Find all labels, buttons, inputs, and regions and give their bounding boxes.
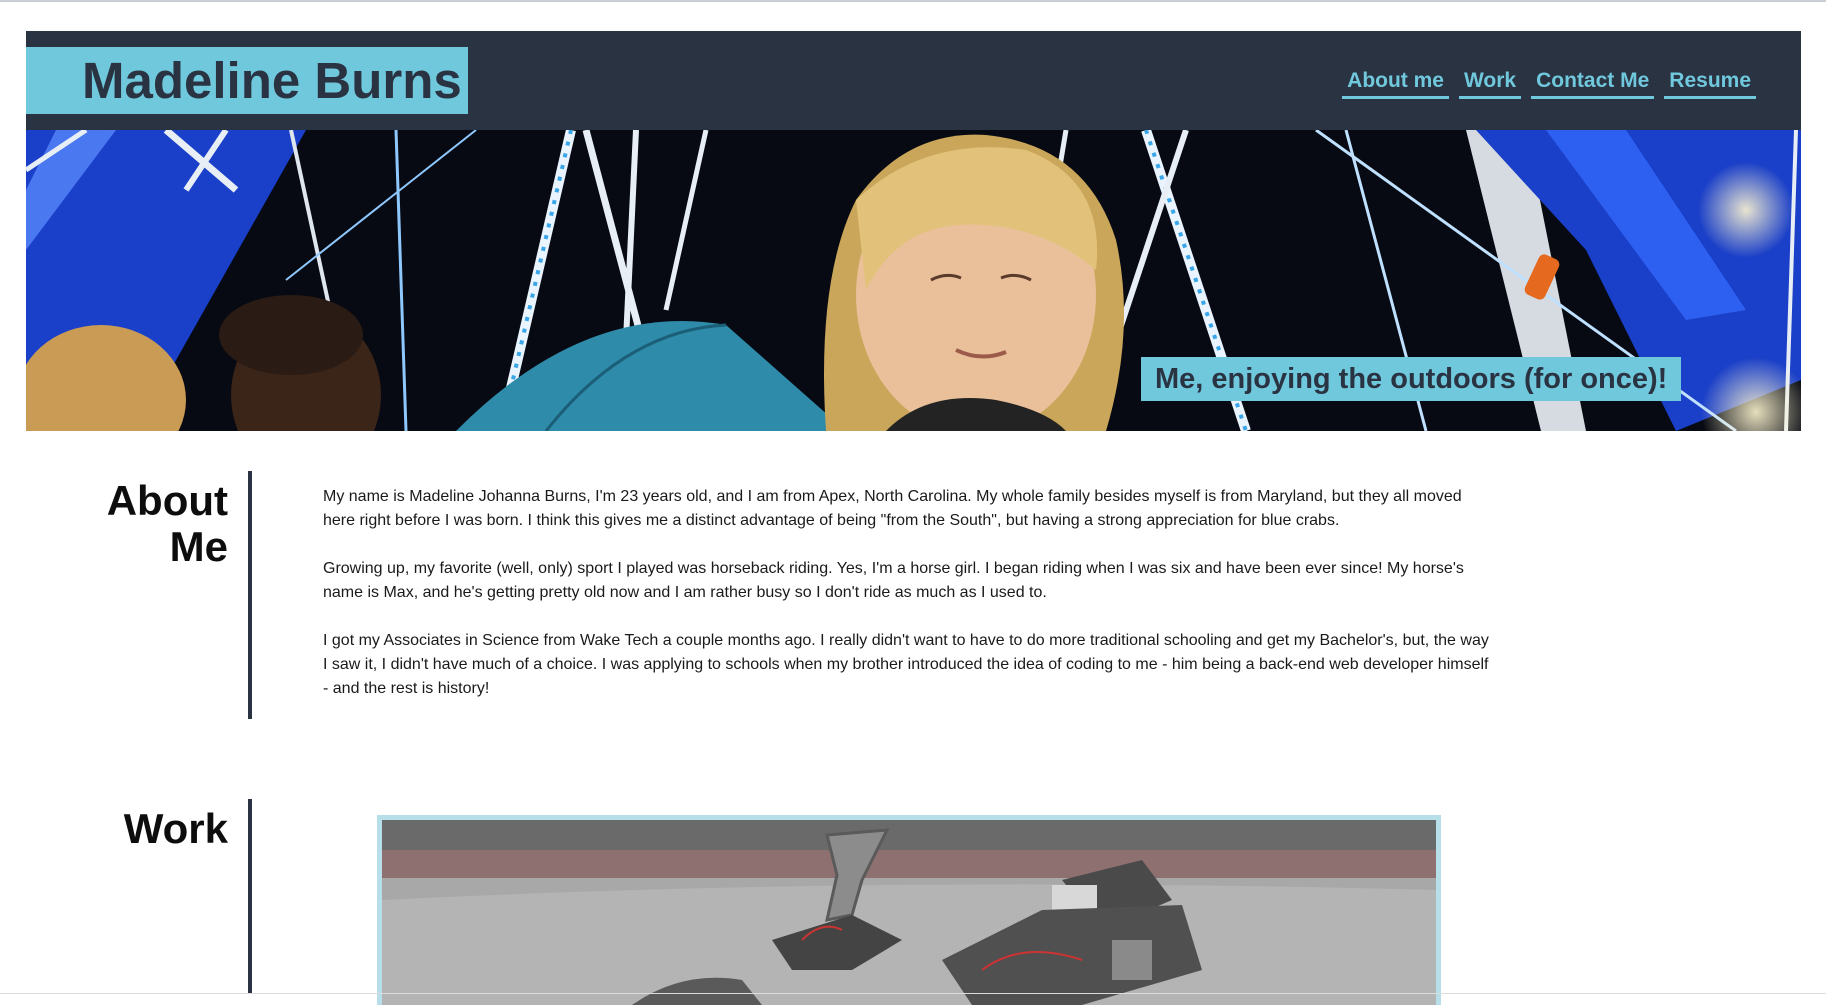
- about-title-line2: Me: [169, 523, 228, 570]
- hero-caption: Me, enjoying the outdoors (for once)!: [1141, 357, 1682, 401]
- about-text: My name is Madeline Johanna Burns, I'm 2…: [323, 485, 1493, 725]
- hero-banner: Me, enjoying the outdoors (for once)!: [26, 130, 1801, 431]
- main-nav: About me Work Contact Me Resume: [1342, 68, 1756, 99]
- top-border: [0, 0, 1826, 2]
- site-header: Madeline Burns About me Work Contact Me …: [26, 31, 1801, 130]
- nav-link-contact-me[interactable]: Contact Me: [1531, 68, 1655, 99]
- site-name: Madeline Burns: [82, 52, 462, 109]
- site-name-box: Madeline Burns: [26, 47, 468, 114]
- about-title: About Me: [28, 478, 228, 570]
- about-paragraph-1: My name is Madeline Johanna Burns, I'm 2…: [323, 488, 1462, 529]
- about-paragraph-2: Growing up, my favorite (well, only) spo…: [323, 560, 1464, 601]
- about-divider: [248, 471, 252, 719]
- work-title: Work: [123, 805, 228, 852]
- about-title-line1: About: [106, 477, 228, 524]
- work-photo: [382, 820, 1436, 1005]
- nav-link-resume[interactable]: Resume: [1664, 68, 1756, 99]
- work-image-frame[interactable]: [377, 815, 1441, 1005]
- nav-link-work[interactable]: Work: [1458, 68, 1522, 99]
- work-divider: [248, 799, 252, 994]
- nav-link-about-me[interactable]: About me: [1342, 68, 1449, 99]
- about-paragraph-3: I got my Associates in Science from Wake…: [323, 632, 1489, 697]
